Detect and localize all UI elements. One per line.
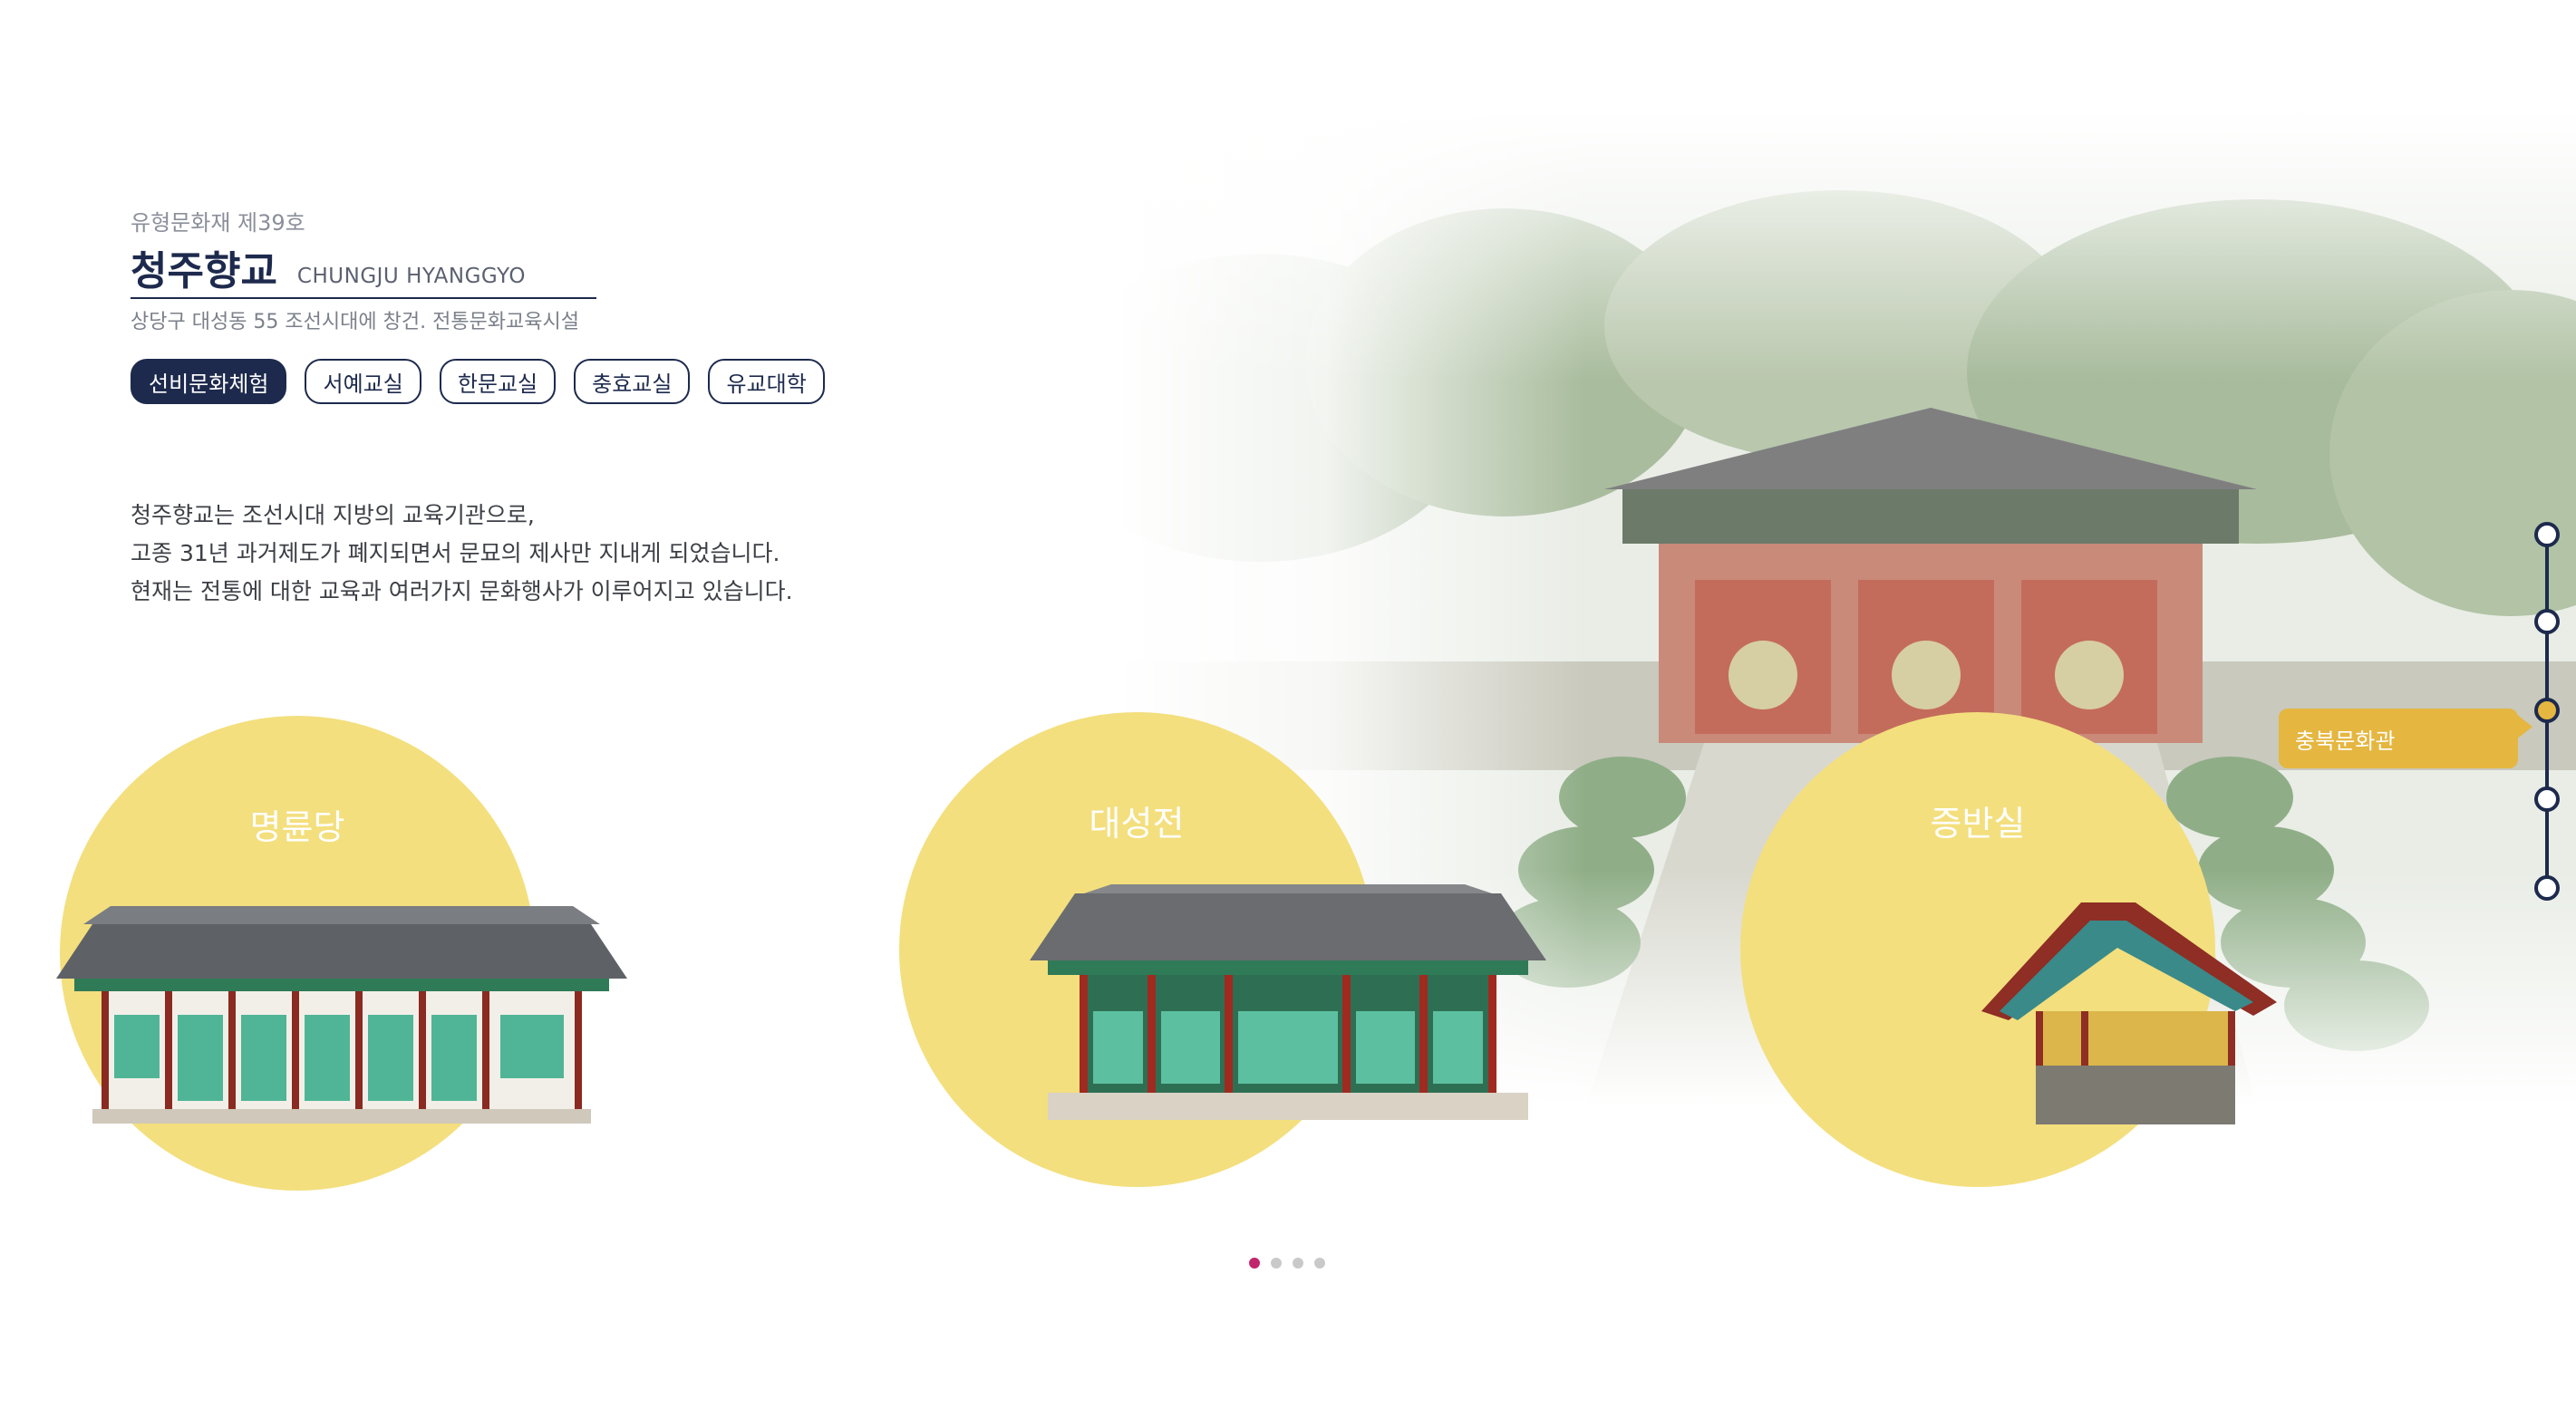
program-tabs: 선비문화체험 서예교실 한문교실 충효교실 유교대학 [131, 359, 825, 404]
description-line: 현재는 전통에 대한 교육과 여러가지 문화행사가 이루어지고 있습니다. [131, 578, 793, 604]
building-name: 대성전 [1089, 804, 1185, 844]
title-english: CHUNGJU HYANGGYO [296, 265, 526, 288]
description-line: 청주향교는 조선시대 지방의 교육기관으로, [131, 502, 535, 528]
building-card-jeungbansil[interactable]: 증반실 [1740, 712, 2277, 1187]
tab-filial-piety[interactable]: 충효교실 [574, 359, 691, 404]
title-korean: 청주향교 [131, 248, 277, 294]
pager-dot[interactable] [1314, 1258, 1325, 1269]
building-name: 명륜당 [249, 807, 345, 847]
description: 청주향교는 조선시대 지방의 교육기관으로, 고종 31년 과거제도가 폐지되면… [131, 497, 793, 611]
pager-dot[interactable] [1271, 1258, 1282, 1269]
tab-seonbi-culture[interactable]: 선비문화체험 [131, 359, 287, 404]
building-card-myeongnyundang[interactable]: 명륜당 [56, 716, 627, 1191]
building-card-daeseongjeon[interactable]: 대성전 [899, 712, 1546, 1187]
side-nav-tooltip: 충북문화관 [2279, 709, 2532, 768]
tab-chinese-classics[interactable]: 한문교실 [439, 359, 557, 404]
side-nav-node[interactable] [2534, 875, 2560, 901]
background-fade-top [1115, 109, 2576, 381]
tab-calligraphy[interactable]: 서예교실 [305, 359, 421, 404]
side-nav-node-active[interactable] [2534, 698, 2560, 723]
side-nav-node[interactable] [2534, 786, 2560, 812]
side-navigation [2531, 522, 2563, 902]
carousel-pager [1249, 1258, 1325, 1269]
pager-dot[interactable] [1249, 1258, 1260, 1269]
side-nav-node[interactable] [2534, 609, 2560, 634]
hall-illustration [1030, 884, 1546, 1120]
building-name: 증반실 [1930, 804, 2026, 844]
hall-illustration [56, 906, 627, 1124]
hall-illustration [1981, 902, 2277, 1124]
page-title: 청주향교 CHUNGJU HYANGGYO [131, 237, 596, 299]
description-line: 고종 31년 과거제도가 폐지되면서 문묘의 제사만 지내게 되었습니다. [131, 540, 780, 566]
heritage-number: 유형문화재 제39호 [131, 210, 305, 236]
tab-confucian-college[interactable]: 유교대학 [708, 359, 825, 404]
page-subtitle: 상당구 대성동 55 조선시대에 창건. 전통문화교육시설 [131, 311, 579, 333]
side-nav-node[interactable] [2534, 522, 2560, 547]
pager-dot[interactable] [1293, 1258, 1303, 1269]
